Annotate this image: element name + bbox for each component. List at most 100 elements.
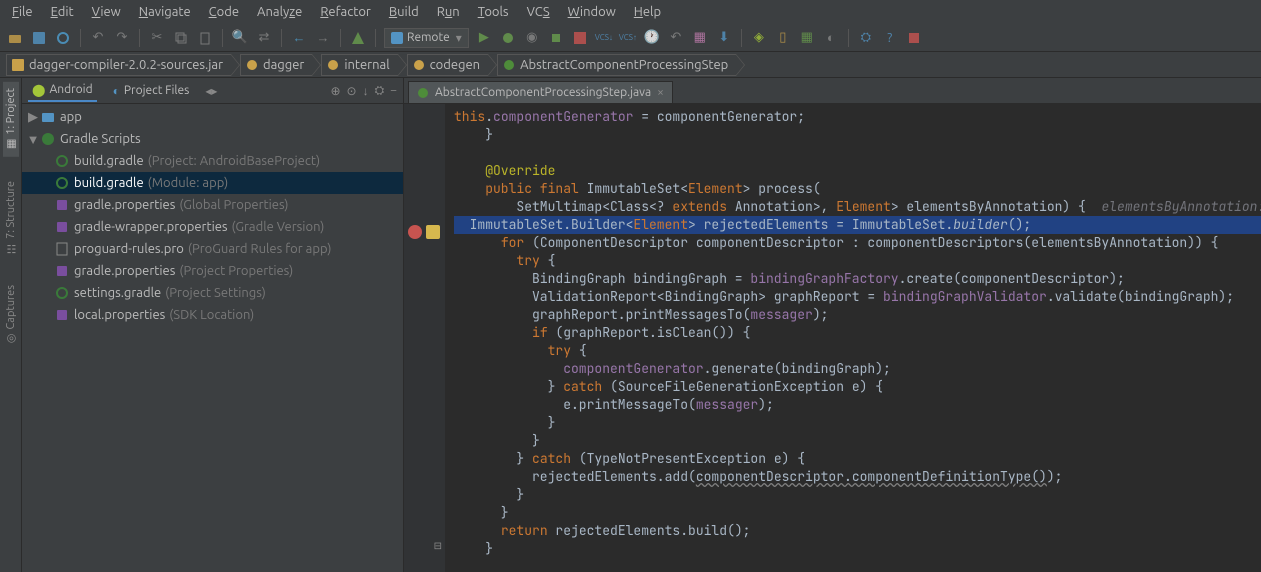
avd-icon[interactable]: ▦	[691, 29, 709, 47]
build-icon[interactable]	[349, 29, 367, 47]
tree-label: build.gradle	[74, 154, 144, 168]
tree-label: gradle-wrapper.properties	[74, 220, 228, 234]
vcs-commit-icon[interactable]: VCS↑	[619, 29, 637, 47]
revert-icon[interactable]: ↶	[667, 29, 685, 47]
menu-build[interactable]: Build	[381, 3, 427, 21]
scroll-icons[interactable]: ◂▸	[205, 84, 217, 98]
tree-row[interactable]: gradle.properties(Project Properties)	[22, 260, 403, 282]
sdk-icon[interactable]: ⬇	[715, 29, 733, 47]
fold-icon[interactable]: ⊟	[434, 540, 442, 552]
exit-icon[interactable]	[905, 29, 923, 47]
hide-icon[interactable]: −	[390, 84, 397, 98]
menu-code[interactable]: Code	[201, 3, 247, 21]
sort-icon[interactable]: ↓	[363, 84, 369, 98]
tree-row[interactable]: build.gradle(Module: app)	[22, 172, 403, 194]
twisty-icon[interactable]: ▼	[26, 132, 40, 147]
tab-label: Captures	[5, 285, 17, 329]
separator	[340, 29, 341, 47]
crumb-pkg-internal[interactable]: internal	[321, 54, 397, 76]
intention-bulb-icon[interactable]	[426, 225, 440, 239]
tree-row[interactable]: settings.gradle(Project Settings)	[22, 282, 403, 304]
stop-icon[interactable]	[571, 29, 589, 47]
project-tab-android[interactable]: ⬤ Android	[28, 80, 97, 102]
menu-run[interactable]: Run	[429, 3, 468, 21]
separator	[281, 29, 282, 47]
editor-gutter[interactable]: ⊟	[404, 104, 446, 572]
run-icon[interactable]: ▶	[475, 29, 493, 47]
tree-label: local.properties	[74, 308, 165, 322]
replace-icon[interactable]: ⇄	[255, 29, 273, 47]
tree-row[interactable]: local.properties(SDK Location)	[22, 304, 403, 326]
crumb-jar[interactable]: dagger-compiler-2.0.2-sources.jar	[6, 54, 231, 76]
tab-captures[interactable]: ◎ Captures	[3, 279, 19, 351]
menu-refactor[interactable]: Refactor	[312, 3, 379, 21]
crumb-pkg-codegen[interactable]: codegen	[407, 54, 488, 76]
tree-row[interactable]: ▶app	[22, 106, 403, 128]
tree-row[interactable]: ▼Gradle Scripts	[22, 128, 403, 150]
attach-icon[interactable]	[547, 29, 565, 47]
crumb-label: dagger	[263, 58, 304, 72]
device-icon[interactable]: ▯	[774, 29, 792, 47]
close-icon[interactable]: ×	[657, 86, 664, 99]
left-tool-strip: ▦ 1: Project ☷ 7: Structure ◎ Captures	[0, 78, 22, 572]
menu-view[interactable]: View	[84, 3, 129, 21]
menu-vcs[interactable]: VCS	[519, 3, 558, 21]
android-icon[interactable]: ◈	[750, 29, 768, 47]
tree-row[interactable]: proguard-rules.pro(ProGuard Rules for ap…	[22, 238, 403, 260]
code-editor[interactable]: this.componentGenerator = componentGener…	[446, 104, 1261, 572]
vcs-update-icon[interactable]: VCS↓	[595, 29, 613, 47]
crumb-label: codegen	[430, 58, 480, 72]
menu-tools[interactable]: Tools	[470, 3, 517, 21]
back-icon[interactable]: ←	[290, 29, 308, 47]
menu-edit[interactable]: Edit	[43, 3, 82, 21]
layout-icon[interactable]: ▦	[798, 29, 816, 47]
history-icon[interactable]: 🕐	[643, 29, 661, 47]
menu-file[interactable]: File	[4, 3, 41, 21]
help-icon[interactable]: ?	[881, 29, 899, 47]
profile-icon[interactable]: ◉	[523, 29, 541, 47]
main-toolbar: ↶ ↷ ✂ 🔍 ⇄ ← → Remote ▾ ▶ ◉ VCS↓ VCS↑ 🕐 ↶…	[0, 24, 1261, 52]
tree-hint: (Project Settings)	[165, 286, 266, 300]
tree-row[interactable]: gradle-wrapper.properties(Gradle Version…	[22, 216, 403, 238]
twisty-icon[interactable]: ▶	[26, 110, 40, 125]
project-tab-files[interactable]: ◐ Project Files	[109, 81, 194, 101]
tree-label: proguard-rules.pro	[74, 242, 184, 256]
separator	[741, 29, 742, 47]
tab-label: 7: Structure	[5, 181, 17, 239]
tree-row[interactable]: gradle.properties(Global Properties)	[22, 194, 403, 216]
forward-icon[interactable]: →	[314, 29, 332, 47]
tab-structure[interactable]: ☷ 7: Structure	[3, 175, 19, 261]
tab-project[interactable]: ▦ 1: Project	[3, 82, 19, 157]
error-marker-icon[interactable]	[408, 225, 422, 239]
theme-icon[interactable]: ◐	[822, 29, 840, 47]
run-config-selector[interactable]: Remote ▾	[384, 28, 469, 48]
menu-navigate[interactable]: Navigate	[131, 3, 199, 21]
separator	[139, 29, 140, 47]
settings-icon[interactable]: ⛭	[857, 29, 875, 47]
sync-icon[interactable]	[54, 29, 72, 47]
redo-icon[interactable]: ↷	[113, 29, 131, 47]
copy-icon[interactable]	[172, 29, 190, 47]
file-icon	[54, 175, 70, 191]
target-icon[interactable]: ⊙	[347, 84, 357, 98]
cut-icon[interactable]: ✂	[148, 29, 166, 47]
find-icon[interactable]: 🔍	[231, 29, 249, 47]
crumb-class[interactable]: AbstractComponentProcessingStep	[497, 54, 736, 76]
tree-row[interactable]: build.gradle(Project: AndroidBaseProject…	[22, 150, 403, 172]
menu-analyze[interactable]: Analyze	[249, 3, 310, 21]
save-icon[interactable]	[30, 29, 48, 47]
collapse-icon[interactable]: ⊕	[330, 84, 340, 98]
paste-icon[interactable]	[196, 29, 214, 47]
debug-icon[interactable]	[499, 29, 517, 47]
project-header: ⬤ Android ◐ Project Files ◂▸ ⊕ ⊙ ↓ ⛭ −	[22, 78, 403, 104]
undo-icon[interactable]: ↶	[89, 29, 107, 47]
separator	[80, 29, 81, 47]
tree-hint: (Global Properties)	[179, 198, 288, 212]
menu-window[interactable]: Window	[560, 3, 624, 21]
project-tree[interactable]: ▶app▼Gradle Scriptsbuild.gradle(Project:…	[22, 104, 403, 572]
gear-icon[interactable]: ⛭	[375, 84, 385, 98]
crumb-pkg-dagger[interactable]: dagger	[240, 54, 312, 76]
open-icon[interactable]	[6, 29, 24, 47]
editor-tab[interactable]: AbstractComponentProcessingStep.java ×	[408, 81, 673, 103]
menu-help[interactable]: Help	[626, 3, 669, 21]
